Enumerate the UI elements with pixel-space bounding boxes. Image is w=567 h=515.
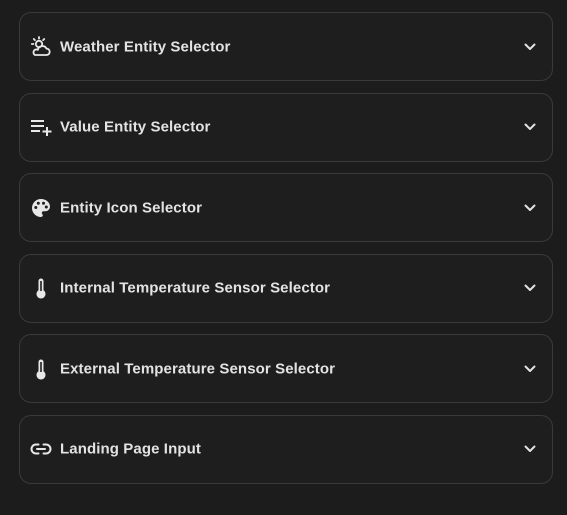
link-icon bbox=[29, 437, 53, 461]
chevron-down-icon[interactable] bbox=[520, 359, 540, 379]
panel-internal-temperature-sensor-selector[interactable]: Internal Temperature Sensor Selector bbox=[19, 253, 553, 323]
panel-landing-page-input[interactable]: Landing Page Input bbox=[19, 414, 553, 484]
panel-label: External Temperature Sensor Selector bbox=[60, 360, 336, 378]
chevron-down-icon[interactable] bbox=[520, 278, 540, 298]
thermometer-icon bbox=[29, 357, 53, 381]
selector-panel-list: Weather Entity Selector Value Entity Sel… bbox=[19, 12, 553, 496]
chevron-down-icon[interactable] bbox=[520, 117, 540, 137]
palette-icon bbox=[29, 196, 53, 220]
panel-entity-icon-selector[interactable]: Entity Icon Selector bbox=[19, 173, 553, 243]
panel-label: Internal Temperature Sensor Selector bbox=[60, 279, 331, 297]
panel-label: Weather Entity Selector bbox=[60, 38, 231, 55]
playlist-plus-icon bbox=[29, 115, 53, 139]
chevron-down-icon[interactable] bbox=[520, 37, 540, 57]
panel-label: Value Entity Selector bbox=[60, 118, 211, 136]
panel-external-temperature-sensor-selector[interactable]: External Temperature Sensor Selector bbox=[19, 334, 553, 404]
panel-label: Entity Icon Selector bbox=[60, 199, 203, 217]
panel-label: Landing Page Input bbox=[60, 440, 201, 458]
panel-weather-entity-selector[interactable]: Weather Entity Selector bbox=[19, 12, 553, 81]
chevron-down-icon[interactable] bbox=[520, 198, 540, 218]
weather-partly-cloudy-icon bbox=[29, 35, 53, 59]
thermometer-icon bbox=[29, 276, 53, 300]
panel-value-entity-selector[interactable]: Value Entity Selector bbox=[19, 92, 553, 162]
chevron-down-icon[interactable] bbox=[520, 439, 540, 459]
